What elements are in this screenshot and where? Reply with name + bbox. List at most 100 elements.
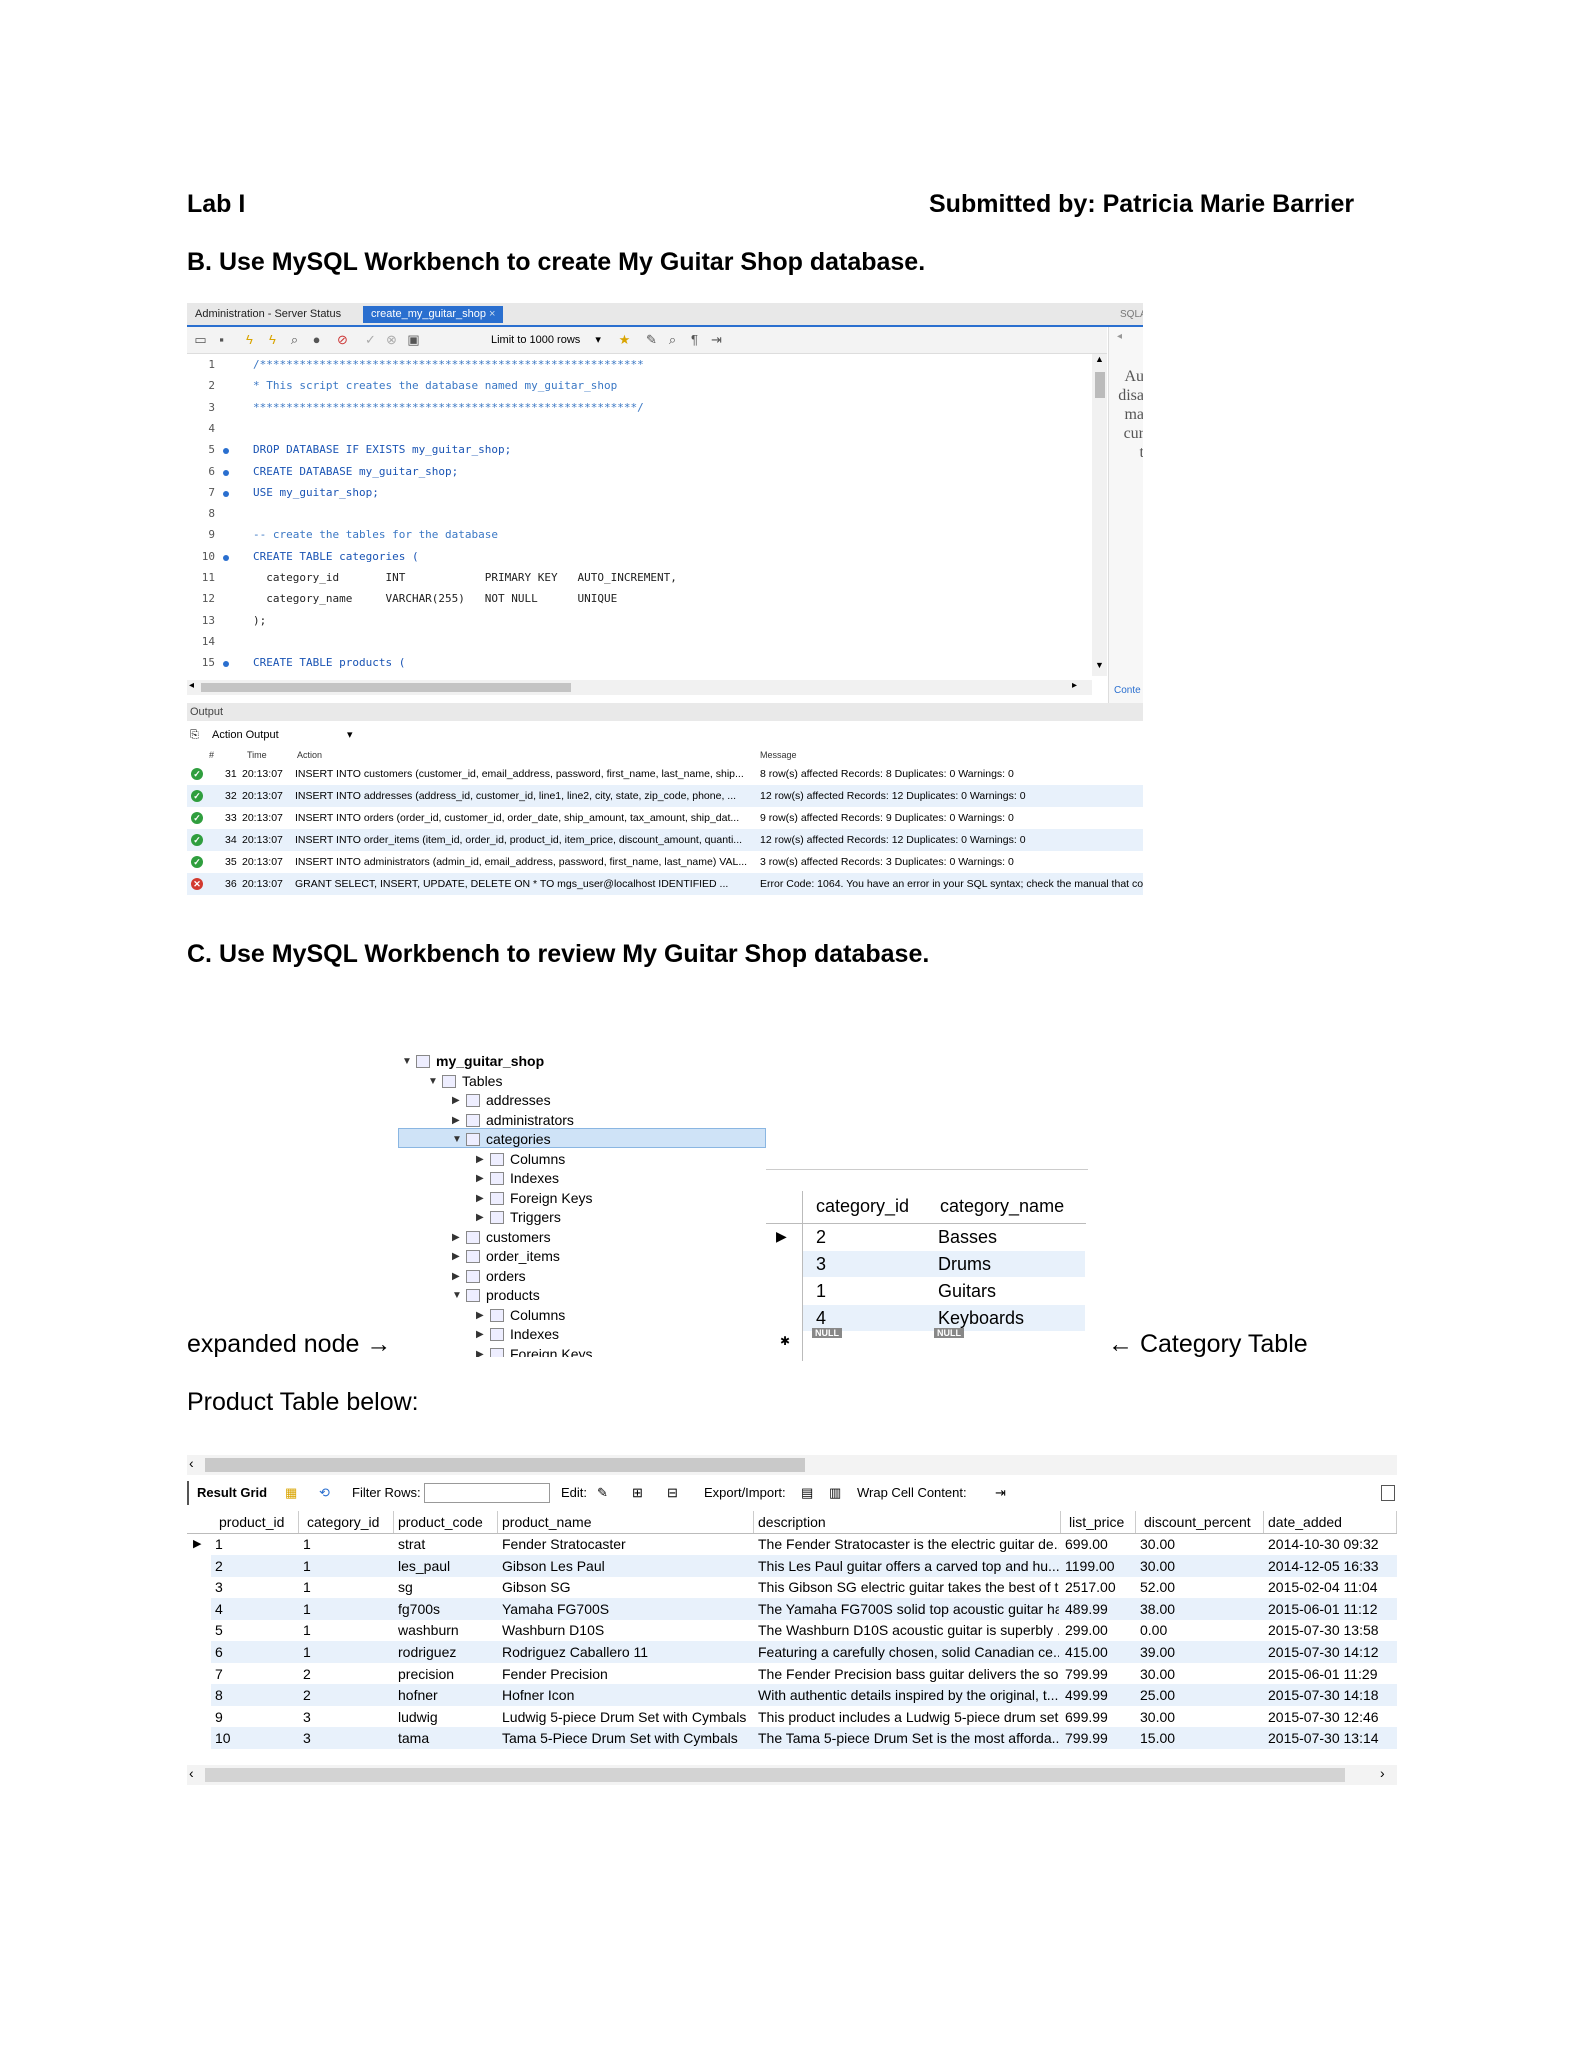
product-name-cell[interactable]: Rodriguez Caballero 11 bbox=[502, 1641, 752, 1663]
output-row[interactable]: ✕ 36 20:13:07 GRANT SELECT, INSERT, UPDATE,… bbox=[187, 873, 1143, 895]
context-help-tab[interactable]: Conte bbox=[1114, 685, 1141, 696]
discount-percent-cell[interactable]: 52.00 bbox=[1140, 1576, 1262, 1598]
date-added-cell[interactable]: 2015-07-30 12:46 bbox=[1268, 1706, 1395, 1728]
list-price-cell[interactable]: 699.00 bbox=[1065, 1533, 1134, 1555]
col-discount-percent[interactable]: discount_percent bbox=[1136, 1511, 1264, 1533]
date-added-cell[interactable]: 2015-02-04 11:04 bbox=[1268, 1576, 1395, 1598]
category-id-cell[interactable]: 1 bbox=[303, 1598, 392, 1620]
hscroll-thumb[interactable] bbox=[205, 1458, 805, 1472]
columns-node[interactable]: Columns bbox=[510, 1150, 565, 1169]
date-added-cell[interactable]: 2014-12-05 16:33 bbox=[1268, 1555, 1395, 1577]
scroll-down-icon[interactable]: ▼ bbox=[1095, 660, 1104, 670]
top-hscroll[interactable]: ‹ bbox=[187, 1455, 1397, 1475]
product-name-cell[interactable]: Yamaha FG700S bbox=[502, 1598, 752, 1620]
product-name-cell[interactable]: Gibson SG bbox=[502, 1576, 752, 1598]
collapse-arrow-icon[interactable]: ▶ bbox=[476, 1173, 484, 1184]
execute-current-icon[interactable]: ϟ bbox=[265, 332, 280, 347]
scroll-thumb[interactable] bbox=[1095, 372, 1105, 398]
description-cell[interactable]: With authentic details inspired by the o… bbox=[758, 1684, 1059, 1706]
output-row[interactable]: ✓ 34 20:13:07 INSERT INTO order_items (item… bbox=[187, 829, 1143, 851]
description-cell[interactable]: Featuring a carefully chosen, solid Cana… bbox=[758, 1641, 1059, 1663]
discount-percent-cell[interactable]: 0.00 bbox=[1140, 1619, 1262, 1641]
product-id-cell[interactable]: 2 bbox=[215, 1555, 297, 1577]
bottom-hscroll[interactable]: ‹ › bbox=[187, 1765, 1397, 1785]
col-category-id[interactable]: category_id bbox=[299, 1511, 394, 1533]
hscroll-thumb[interactable] bbox=[201, 683, 571, 692]
list-price-cell[interactable]: 415.00 bbox=[1065, 1641, 1134, 1663]
code-line[interactable]: CREATE TABLE products ( bbox=[253, 656, 405, 669]
collapse-arrow-icon[interactable]: ▶ bbox=[476, 1193, 484, 1204]
col-product-id[interactable]: product_id bbox=[211, 1511, 299, 1533]
product-code-cell[interactable]: washburn bbox=[398, 1619, 496, 1641]
tab-admin-status[interactable]: Administration - Server Status bbox=[187, 306, 349, 323]
table-customers[interactable]: customers bbox=[486, 1228, 551, 1247]
code-line[interactable]: category_id INT PRIMARY KEY AUTO_INCREME… bbox=[253, 571, 677, 584]
expand-arrow-icon[interactable]: ▼ bbox=[402, 1056, 412, 1067]
description-cell[interactable]: This Les Paul guitar offers a carved top… bbox=[758, 1555, 1059, 1577]
col-category-id[interactable]: category_id bbox=[816, 1196, 909, 1217]
discount-percent-cell[interactable]: 39.00 bbox=[1140, 1641, 1262, 1663]
collapse-arrow-icon[interactable]: ▶ bbox=[476, 1329, 484, 1340]
explain-icon[interactable]: ⌕ bbox=[287, 332, 302, 347]
table-products[interactable]: products bbox=[486, 1286, 540, 1305]
panel-toggle-icon[interactable] bbox=[1381, 1485, 1395, 1501]
collapse-arrow-icon[interactable]: ▶ bbox=[452, 1115, 460, 1126]
date-added-cell[interactable]: 2014-10-30 09:32 bbox=[1268, 1533, 1395, 1555]
scroll-up-icon[interactable]: ▲ bbox=[1095, 354, 1104, 364]
wrap-icon[interactable]: ⇥ bbox=[709, 332, 724, 347]
foreign-keys-node[interactable]: Foreign Keys bbox=[510, 1345, 592, 1358]
product-id-cell[interactable]: 7 bbox=[215, 1663, 297, 1685]
list-price-cell[interactable]: 799.99 bbox=[1065, 1663, 1134, 1685]
product-id-cell[interactable]: 4 bbox=[215, 1598, 297, 1620]
product-code-cell[interactable]: sg bbox=[398, 1576, 496, 1598]
action-output-select[interactable]: ⎘ Action Output ▾ bbox=[187, 725, 1143, 745]
import-icon[interactable]: ▥ bbox=[829, 1481, 841, 1505]
table-orders[interactable]: orders bbox=[486, 1267, 526, 1286]
expand-arrow-icon[interactable]: ▼ bbox=[452, 1290, 462, 1301]
beautify-icon[interactable]: ★ bbox=[617, 332, 632, 347]
list-price-cell[interactable]: 499.99 bbox=[1065, 1684, 1134, 1706]
code-line[interactable]: ****************************************… bbox=[253, 401, 644, 414]
collapse-arrow-icon[interactable]: ▶ bbox=[476, 1349, 484, 1358]
product-code-cell[interactable]: strat bbox=[398, 1533, 496, 1555]
discount-percent-cell[interactable]: 15.00 bbox=[1140, 1727, 1262, 1749]
scroll-right-icon[interactable]: › bbox=[1380, 1765, 1385, 1781]
chevron-left-icon[interactable]: ◂ bbox=[1117, 331, 1122, 342]
table-order-items[interactable]: order_items bbox=[486, 1247, 560, 1266]
expand-arrow-icon[interactable]: ▼ bbox=[428, 1076, 438, 1087]
brush-icon[interactable]: ✎ bbox=[644, 332, 659, 347]
description-cell[interactable]: This Gibson SG electric guitar takes the… bbox=[758, 1576, 1059, 1598]
product-name-cell[interactable]: Ludwig 5-piece Drum Set with Cymbals bbox=[502, 1706, 752, 1728]
discount-percent-cell[interactable]: 30.00 bbox=[1140, 1706, 1262, 1728]
filter-rows-input[interactable] bbox=[424, 1483, 550, 1503]
category-id-cell[interactable]: 2 bbox=[816, 1224, 826, 1250]
product-code-cell[interactable]: tama bbox=[398, 1727, 496, 1749]
product-id-cell[interactable]: 1 bbox=[215, 1533, 297, 1555]
collapse-arrow-icon[interactable]: ▶ bbox=[452, 1232, 460, 1243]
product-name-cell[interactable]: Gibson Les Paul bbox=[502, 1555, 752, 1577]
table-administrators[interactable]: administrators bbox=[486, 1111, 574, 1130]
product-code-cell[interactable]: ludwig bbox=[398, 1706, 496, 1728]
product-code-cell[interactable]: les_paul bbox=[398, 1555, 496, 1577]
grid-icon[interactable]: ▦ bbox=[285, 1481, 297, 1505]
product-id-cell[interactable]: 3 bbox=[215, 1576, 297, 1598]
foreign-keys-node[interactable]: Foreign Keys bbox=[510, 1189, 592, 1208]
tables-node[interactable]: Tables bbox=[462, 1072, 502, 1091]
copy-icon[interactable]: ⎘ bbox=[190, 725, 199, 745]
output-row[interactable]: ✓ 33 20:13:07 INSERT INTO orders (order_id,… bbox=[187, 807, 1143, 829]
date-added-cell[interactable]: 2015-07-30 14:12 bbox=[1268, 1641, 1395, 1663]
product-id-cell[interactable]: 5 bbox=[215, 1619, 297, 1641]
category-id-cell[interactable]: 3 bbox=[303, 1727, 392, 1749]
date-added-cell[interactable]: 2015-06-01 11:12 bbox=[1268, 1598, 1395, 1620]
category-id-cell[interactable]: 2 bbox=[303, 1684, 392, 1706]
autocommit-icon[interactable]: ▣ bbox=[406, 332, 421, 347]
save-icon[interactable]: ▪ bbox=[214, 332, 229, 347]
discount-percent-cell[interactable]: 30.00 bbox=[1140, 1533, 1262, 1555]
open-folder-icon[interactable]: ▭ bbox=[193, 332, 208, 347]
toggle-error-icon[interactable]: ⊘ bbox=[335, 332, 350, 347]
search-icon[interactable]: ⌕ bbox=[665, 332, 680, 347]
collapse-arrow-icon[interactable]: ▶ bbox=[476, 1212, 484, 1223]
hscroll-thumb[interactable] bbox=[205, 1768, 1345, 1782]
code-line[interactable]: USE my_guitar_shop; bbox=[253, 486, 379, 499]
list-price-cell[interactable]: 1199.00 bbox=[1065, 1555, 1134, 1577]
